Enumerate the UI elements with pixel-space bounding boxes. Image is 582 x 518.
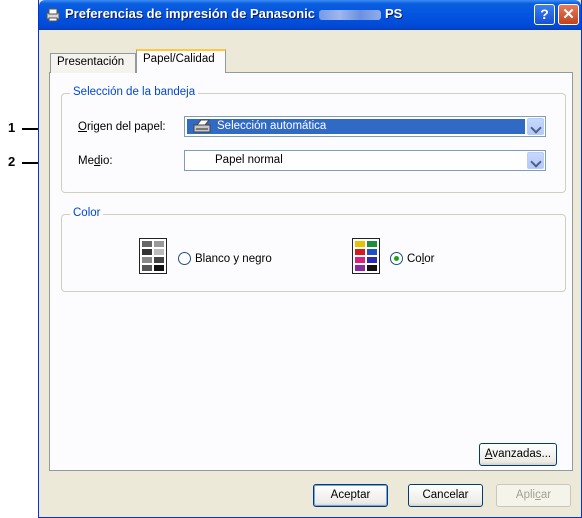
callout-2: 2 (8, 154, 16, 169)
chevron-down-icon[interactable] (527, 118, 544, 135)
chevron-down-icon[interactable] (527, 152, 544, 169)
tray-selection-group: Selección de la bandeja (61, 86, 566, 193)
medio-value: Papel normal (215, 154, 283, 166)
color-group: Color (61, 207, 566, 292)
bw-label[interactable]: Blanco y negro (195, 253, 272, 265)
origen-select[interactable]: Selección automática (184, 116, 546, 137)
ok-button[interactable]: Aceptar (313, 484, 388, 507)
color-radio[interactable] (390, 252, 403, 265)
medio-label: Medio: (78, 155, 113, 167)
printer-tray-icon (193, 119, 211, 133)
title-bar[interactable]: Preferencias de impresión de Panasonic PS… (39, 0, 581, 30)
cancel-button[interactable]: Cancelar (408, 484, 483, 507)
window-title-suffix: PS (385, 6, 403, 21)
grayscale-swatch-icon (139, 238, 167, 274)
bw-radio[interactable] (178, 252, 191, 265)
origen-label: Origen del papel: (78, 121, 166, 133)
advanced-button[interactable]: Avanzadas... (479, 443, 557, 466)
origen-value: Selección automática (217, 120, 327, 132)
printer-icon (46, 8, 60, 22)
color-label[interactable]: Color (407, 253, 435, 265)
origen-selected: Selección automática (187, 119, 525, 134)
tab-papel-calidad[interactable]: Papel/Calidad (136, 49, 226, 73)
color-legend: Color (70, 207, 104, 219)
origen-label-rest: rigen del papel: (86, 121, 166, 133)
tab-presentacion[interactable]: Presentación (50, 53, 136, 73)
tray-selection-legend: Selección de la bandeja (70, 86, 199, 98)
window-title: Preferencias de impresión de Panasonic PS (65, 6, 402, 21)
apply-button[interactable]: Aplicar (496, 484, 571, 507)
close-button[interactable]: ✕ (558, 4, 579, 25)
color-swatch-icon (352, 238, 380, 274)
help-button[interactable]: ? (534, 4, 555, 25)
window-title-prefix: Preferencias de impresión de Panasonic (65, 6, 315, 21)
callout-1: 1 (8, 120, 16, 135)
redacted-model-name (319, 9, 381, 20)
medio-select[interactable]: Papel normal (184, 150, 546, 171)
